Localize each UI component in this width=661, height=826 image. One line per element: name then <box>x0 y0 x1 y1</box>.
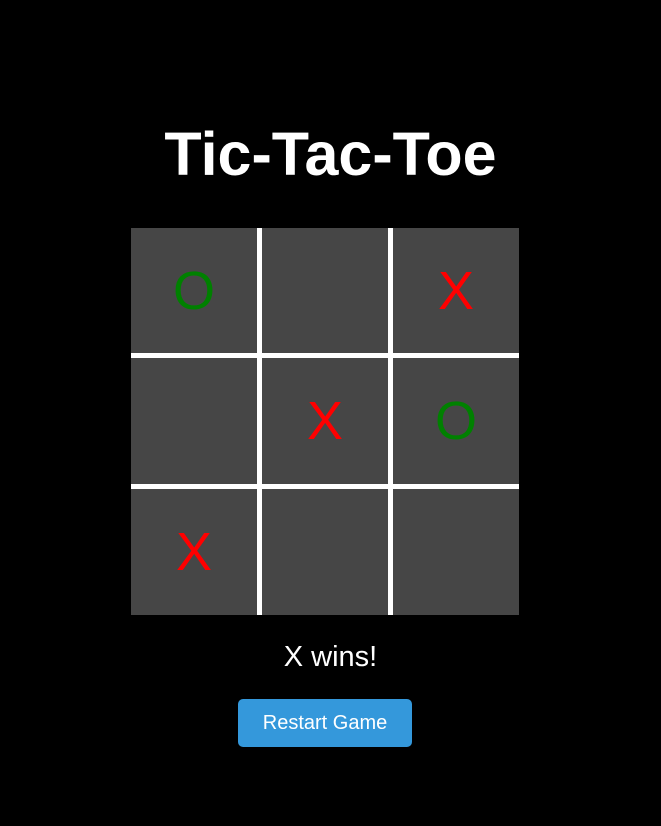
board-cell-8[interactable] <box>262 489 388 615</box>
board-cell-1[interactable]: O <box>131 228 257 353</box>
board-cell-7[interactable]: X <box>131 489 257 615</box>
board-cell-6[interactable]: O <box>393 358 519 484</box>
board-cell-3[interactable]: X <box>393 228 519 353</box>
board-cell-5[interactable]: X <box>262 358 388 484</box>
restart-game-button[interactable]: Restart Game <box>238 699 412 747</box>
game-board: O X X O X <box>131 228 519 615</box>
game-title: Tic-Tac-Toe <box>164 120 497 188</box>
game-status: X wins! <box>283 641 378 673</box>
board-cell-2[interactable] <box>262 228 388 353</box>
board-cell-4[interactable] <box>131 358 257 484</box>
board-cell-9[interactable] <box>393 489 519 615</box>
